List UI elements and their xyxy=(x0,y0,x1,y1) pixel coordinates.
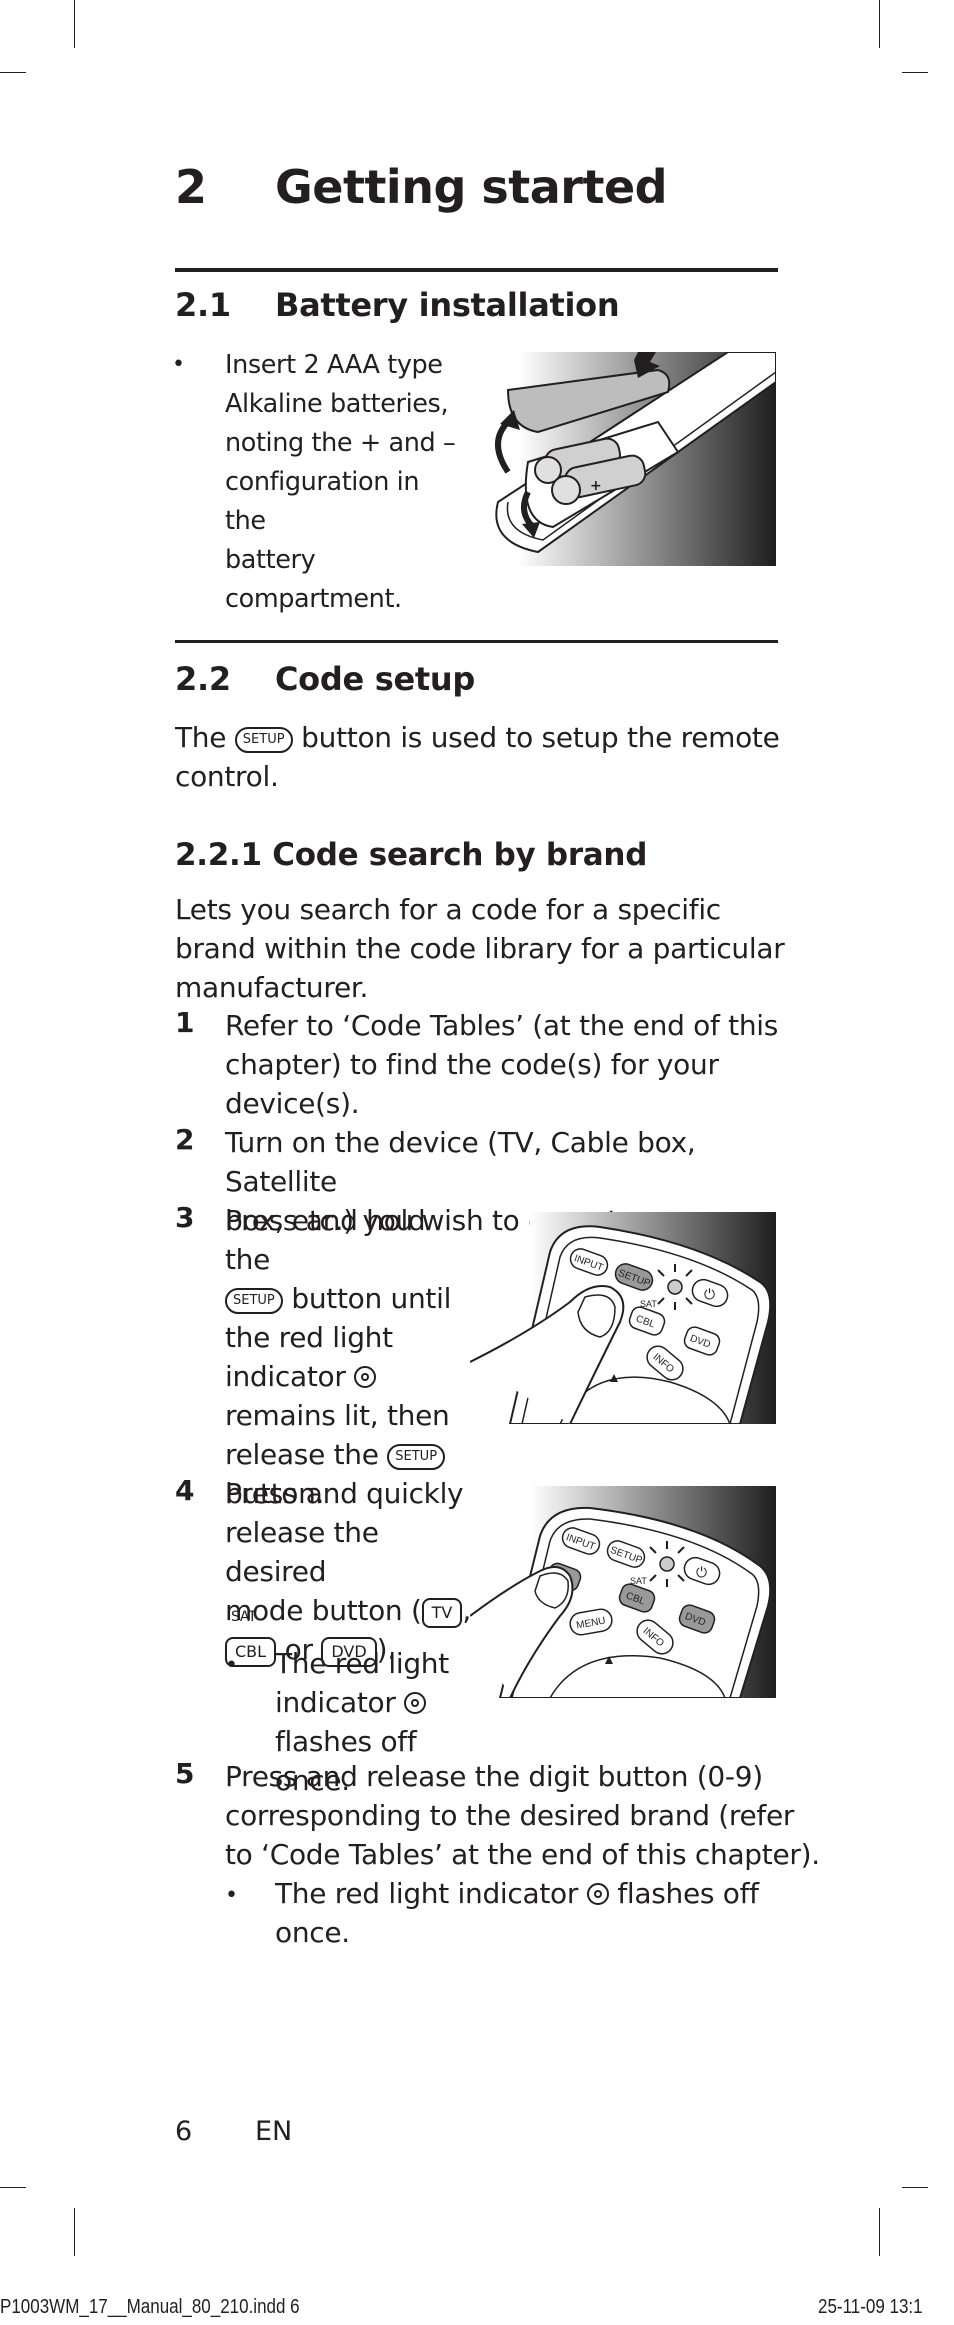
setup-key-icon: SETUP xyxy=(234,727,293,753)
text-line: indicator xyxy=(225,1357,475,1396)
bullet-marker: • xyxy=(225,1883,238,1908)
battery-illustration: + xyxy=(478,352,776,566)
text-line: Refer to ‘Code Tables’ (at the end of th… xyxy=(225,1009,779,1042)
text-line: brand within the code library for a part… xyxy=(175,932,785,965)
chapter-heading: 2 Getting started xyxy=(175,160,668,214)
text-line: device(s). xyxy=(225,1087,360,1120)
text: indicator xyxy=(275,1686,396,1719)
text-line: release the desired xyxy=(225,1516,379,1588)
crop-mark xyxy=(879,0,880,48)
text-line: SETUP button until xyxy=(225,1279,475,1318)
text-line: the red light xyxy=(225,1321,393,1354)
text-line: Press and quickly xyxy=(225,1477,464,1510)
text: release the xyxy=(225,1438,379,1471)
crop-mark xyxy=(0,2187,26,2188)
battery-instructions: Insert 2 AAA type Alkaline batteries, no… xyxy=(225,346,465,619)
print-slug-file: P1003WM_17__Manual_80_210.indd 6 xyxy=(0,2296,300,2318)
text-line: Press and hold the xyxy=(225,1204,426,1276)
setup-key-icon: SETUP xyxy=(387,1444,446,1470)
text-line: Lets you search for a code for a specifi… xyxy=(175,893,721,926)
text-line: to ‘Code Tables’ at the end of this chap… xyxy=(225,1838,820,1871)
step-number: 2 xyxy=(175,1123,195,1156)
text: button is used to setup the remote xyxy=(301,721,780,754)
text-line: corresponding to the desired brand (refe… xyxy=(225,1799,795,1832)
section-rule xyxy=(175,640,778,643)
svg-text:⏻: ⏻ xyxy=(696,1564,707,1580)
step-number: 1 xyxy=(175,1006,195,1039)
subsection-intro: Lets you search for a code for a specifi… xyxy=(175,890,785,1007)
text: button until xyxy=(291,1282,452,1315)
section-heading-battery: 2.1 Battery installation xyxy=(175,286,620,324)
text: The red light indicator xyxy=(275,1877,579,1910)
text-line: Press and release the digit button (0-9) xyxy=(225,1760,763,1793)
text-line: Insert 2 AAA type xyxy=(225,350,443,380)
tv-key-icon: TV xyxy=(421,1598,463,1628)
crop-mark xyxy=(879,2208,880,2256)
text-line: compartment. xyxy=(225,584,402,614)
section-rule xyxy=(175,268,778,272)
text-line: mode button (TV, xyxy=(225,1591,485,1630)
code-setup-intro: The SETUP button is used to setup the re… xyxy=(175,718,785,796)
text-line: chapter) to find the code(s) for your xyxy=(225,1048,719,1081)
remote-setup-illustration: INPUT SETUP ⏻ SAT CBL DVD INFO xyxy=(470,1212,776,1424)
step-number: 5 xyxy=(175,1757,195,1790)
red-light-indicator-icon xyxy=(354,1366,377,1388)
red-light-indicator-icon xyxy=(586,1883,609,1905)
chapter-number: 2 xyxy=(175,160,207,214)
text-line: Alkaline batteries, xyxy=(225,389,449,419)
text-line: configuration in the xyxy=(225,467,420,536)
chapter-title: Getting started xyxy=(275,160,668,214)
setup-key-icon: SETUP xyxy=(225,1288,283,1314)
language-code: EN xyxy=(255,2116,293,2147)
crop-mark xyxy=(74,0,75,48)
svg-text:⏻: ⏻ xyxy=(704,1286,715,1302)
step-number: 4 xyxy=(175,1474,195,1507)
step-number: 3 xyxy=(175,1201,195,1234)
text: The xyxy=(175,721,227,754)
step-5: Press and release the digit button (0-9)… xyxy=(225,1757,825,1874)
red-light-indicator-icon xyxy=(404,1692,427,1714)
page-number: 6 xyxy=(175,2116,193,2147)
bullet-marker: • xyxy=(225,1653,238,1678)
text-line: remains lit, then xyxy=(225,1399,450,1432)
page-footer: 6 EN xyxy=(175,2116,292,2147)
crop-mark xyxy=(74,2208,75,2256)
section-number: 2.2 xyxy=(175,660,231,698)
text-line: indicator xyxy=(275,1683,495,1722)
step-1: Refer to ‘Code Tables’ (at the end of th… xyxy=(225,1006,795,1123)
svg-text:+: + xyxy=(590,478,602,494)
sat-label: SAT xyxy=(231,1609,257,1625)
crop-mark xyxy=(902,2187,928,2188)
section-title: Code setup xyxy=(275,660,475,698)
text-line: battery xyxy=(225,545,316,575)
section-number: 2.1 xyxy=(175,286,231,324)
text-line: manufacturer. xyxy=(175,971,369,1004)
text: control. xyxy=(175,760,279,793)
text-line: once. xyxy=(275,1916,350,1949)
text: indicator xyxy=(225,1360,346,1393)
subsection-heading: 2.2.1 Code search by brand xyxy=(175,837,648,873)
text-line: The red light xyxy=(275,1647,449,1680)
bullet-marker: • xyxy=(172,352,185,377)
text: flashes off xyxy=(617,1877,759,1910)
step-4: Press and quickly release the desired mo… xyxy=(225,1474,485,1669)
section-title: Battery installation xyxy=(275,286,620,324)
step-3: Press and hold the SETUP button until th… xyxy=(225,1201,475,1513)
text-line: noting the + and – xyxy=(225,428,456,458)
print-slug-datetime: 25-11-09 13:1 xyxy=(818,2296,923,2318)
section-heading-code-setup: 2.2 Code setup xyxy=(175,660,475,698)
crop-mark xyxy=(0,72,26,73)
text-line: The red light indicator flashes off xyxy=(275,1874,795,1913)
crop-mark xyxy=(902,72,928,73)
text-line: Turn on the device (TV, Cable box, Satel… xyxy=(225,1126,696,1198)
remote-mode-illustration: INPUT SETUP ⏻ TV SAT CBL DVD MENU INFO xyxy=(470,1486,776,1698)
step-5-note: The red light indicator flashes off once… xyxy=(275,1874,795,1952)
text-line: release the SETUP xyxy=(225,1435,475,1474)
